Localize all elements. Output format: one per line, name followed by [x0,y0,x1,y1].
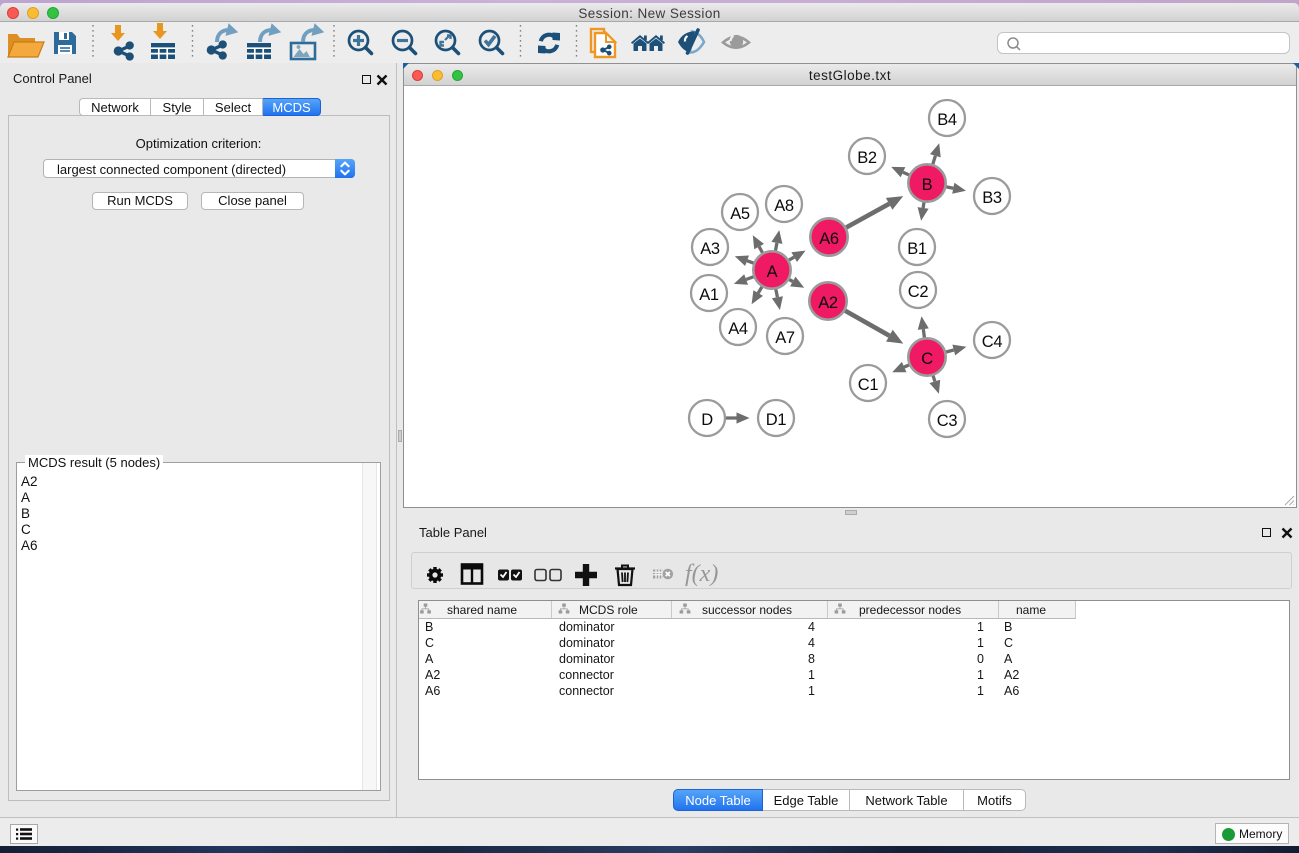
svg-text:A5: A5 [730,205,750,223]
svg-text:1: 1 [977,684,984,698]
svg-text:A1: A1 [699,286,719,304]
svg-text:D: D [701,411,713,429]
svg-text:D1: D1 [766,411,787,429]
svg-text:successor nodes: successor nodes [702,603,792,617]
svg-text:C1: C1 [858,376,879,394]
svg-text:A8: A8 [774,197,794,215]
svg-text:1: 1 [977,668,984,682]
svg-text:B1: B1 [907,240,927,258]
svg-text:C4: C4 [982,333,1003,351]
svg-text:B: B [1004,620,1012,634]
svg-text:A3: A3 [700,240,720,258]
svg-text:name: name [1016,603,1046,617]
svg-text:C3: C3 [937,412,958,430]
svg-text:A6: A6 [1004,684,1019,698]
svg-text:1: 1 [808,668,815,682]
svg-text:C: C [425,636,434,650]
svg-text:1: 1 [808,684,815,698]
svg-text:1: 1 [977,620,984,634]
svg-text:A6: A6 [819,230,839,248]
svg-text:dominator: dominator [559,620,615,634]
svg-text:predecessor nodes: predecessor nodes [859,603,961,617]
svg-text:4: 4 [808,620,815,634]
svg-text:C: C [1004,636,1013,650]
svg-text:f(x): f(x) [685,561,718,587]
svg-text:1: 1 [977,636,984,650]
svg-text:B2: B2 [857,149,877,167]
svg-text:4: 4 [808,636,815,650]
svg-text:A2: A2 [425,668,440,682]
svg-text:MCDS role: MCDS role [579,603,638,617]
svg-text:A: A [1004,652,1013,666]
svg-text:A7: A7 [775,329,795,347]
svg-text:C2: C2 [908,283,929,301]
svg-text:dominator: dominator [559,636,615,650]
svg-text:B: B [922,176,933,194]
svg-text:B: B [425,620,433,634]
svg-text:0: 0 [977,652,984,666]
svg-text:C: C [921,350,933,368]
svg-text:A: A [767,263,778,281]
svg-text:B4: B4 [937,111,957,129]
svg-text:connector: connector [559,668,614,682]
svg-text:dominator: dominator [559,652,615,666]
svg-text:shared name: shared name [447,603,517,617]
svg-text:B3: B3 [982,189,1002,207]
svg-text:connector: connector [559,684,614,698]
svg-text:A2: A2 [1004,668,1019,682]
svg-text:A2: A2 [818,294,838,312]
svg-text:A: A [425,652,434,666]
svg-text:A6: A6 [425,684,440,698]
svg-text:A4: A4 [728,320,748,338]
svg-text:8: 8 [808,652,815,666]
